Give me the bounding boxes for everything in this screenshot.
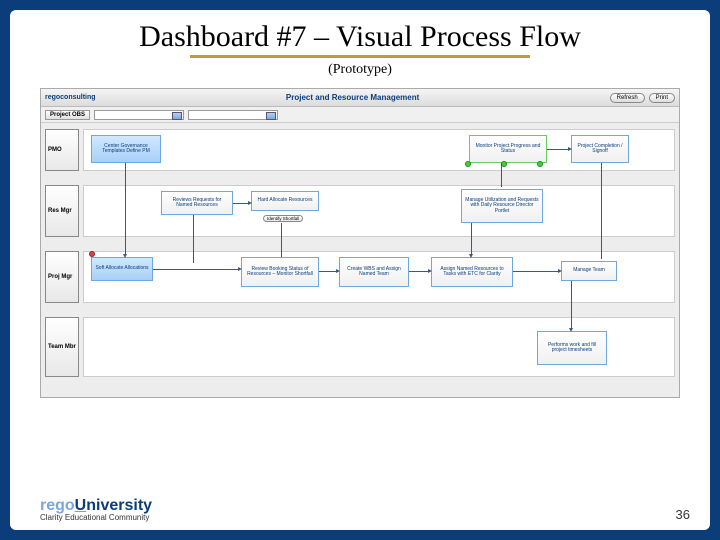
connector xyxy=(125,163,126,255)
connector xyxy=(193,215,194,263)
slide: Dashboard #7 – Visual Process Flow (Prot… xyxy=(10,10,710,530)
filter-label: Project OBS xyxy=(45,110,90,120)
box-pmo-governance[interactable]: Center Governance Templates Define PM xyxy=(91,135,161,163)
box-pmo-signoff[interactable]: Project Completion / Signoff xyxy=(571,135,629,163)
refresh-button[interactable]: Refresh xyxy=(610,93,645,103)
connector xyxy=(601,163,602,259)
swimlane-area: PMO Res Mgr Proj Mgr Team Mbr Center Gov… xyxy=(41,123,679,397)
pill-shortfall[interactable]: Identify Shortfall xyxy=(263,215,303,222)
print-button[interactable]: Print xyxy=(649,93,675,103)
footer: rego niversity Clarity Educational Commun… xyxy=(40,497,690,522)
role-teammbr: Team Mbr xyxy=(45,317,79,377)
content-area: regoconsulting Project and Resource Mana… xyxy=(10,78,710,530)
connector xyxy=(281,223,282,257)
brand-prefix: rego xyxy=(40,497,75,514)
connector xyxy=(409,271,429,272)
brand-u-icon xyxy=(75,497,87,514)
connector xyxy=(319,271,337,272)
tagline: Clarity Educational Community xyxy=(40,513,152,522)
role-pmo: PMO xyxy=(45,129,79,171)
box-pm-soft-allocate[interactable]: Soft Allocate Allocations xyxy=(91,257,153,281)
role-column: PMO Res Mgr Proj Mgr Team Mbr xyxy=(45,123,83,397)
connector xyxy=(233,203,249,204)
connector xyxy=(547,149,569,150)
filter-row: Project OBS xyxy=(41,107,679,123)
box-tm-timesheets[interactable]: Performs work and fill project timesheet… xyxy=(537,331,607,365)
role-resmgr: Res Mgr xyxy=(45,185,79,237)
box-pmo-monitor[interactable]: Monitor Project Progress and Status xyxy=(469,135,547,163)
dashboard-header: regoconsulting Project and Resource Mana… xyxy=(41,89,679,107)
filter-dropdown-2[interactable] xyxy=(188,110,278,120)
connector xyxy=(501,163,502,187)
status-dot-green-1 xyxy=(465,161,471,167)
dashboard-screenshot: regoconsulting Project and Resource Mana… xyxy=(40,88,680,398)
box-rm-utilization[interactable]: Manage Utilization and Requests with Dai… xyxy=(461,189,543,223)
connector xyxy=(471,223,472,255)
slide-subtitle: (Prototype) xyxy=(10,62,710,78)
vendor-logo: regoconsulting xyxy=(45,94,96,101)
brand-suffix: niversity xyxy=(86,497,152,514)
status-dot-red xyxy=(89,251,95,257)
slide-title: Dashboard #7 – Visual Process Flow xyxy=(10,20,710,53)
title-underline xyxy=(190,55,530,58)
filter-dropdown-1[interactable] xyxy=(94,110,184,120)
box-pm-manage-team[interactable]: Manage Team xyxy=(561,261,617,281)
connector xyxy=(513,271,559,272)
box-rm-review[interactable]: Reviews Requests for Named Resources xyxy=(161,191,233,215)
status-dot-green-3 xyxy=(537,161,543,167)
role-projmgr: Proj Mgr xyxy=(45,251,79,303)
brand-block: rego niversity Clarity Educational Commun… xyxy=(40,497,152,522)
box-rm-allocate[interactable]: Hard Allocate Resources xyxy=(251,191,319,211)
connector xyxy=(153,269,239,270)
box-pm-create-wbs[interactable]: Create WBS and Assign Named Team xyxy=(339,257,409,287)
box-pm-review-booking[interactable]: Review Booking Status of Resources – Mon… xyxy=(241,257,319,287)
connector xyxy=(571,281,572,329)
box-pm-assign-tasks[interactable]: Assign Named Resources to Tasks with ETC… xyxy=(431,257,513,287)
dashboard-title: Project and Resource Management xyxy=(100,93,606,102)
page-number: 36 xyxy=(676,507,690,522)
